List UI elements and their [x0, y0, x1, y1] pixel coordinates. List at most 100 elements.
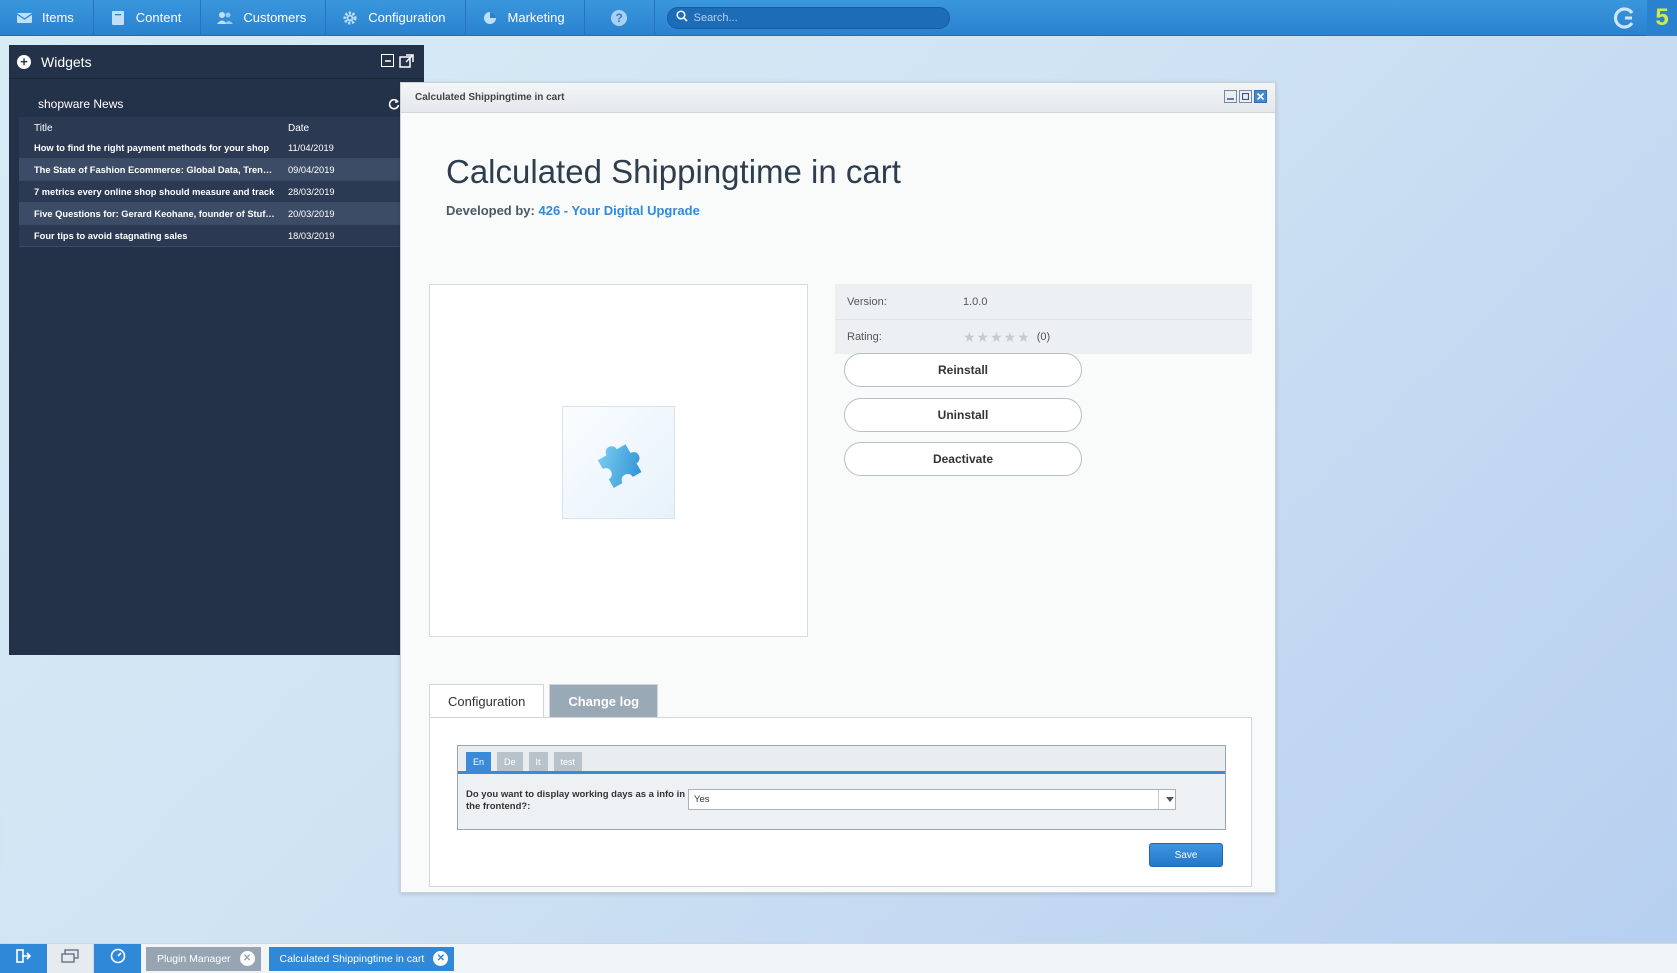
column-date[interactable]: Date	[281, 123, 309, 134]
window-title: Calculated Shippingtime in cart	[415, 92, 565, 103]
task-plugin-manager[interactable]: Plugin Manager ✕	[146, 946, 261, 971]
news-item-date: 18/03/2019	[288, 230, 335, 241]
news-widget-header: shopware News	[19, 91, 414, 117]
widgets-panel: + Widgets shopware News Title Date How t…	[9, 45, 424, 655]
news-item-date: 28/03/2019	[288, 186, 335, 197]
version-row: Version: 1.0.0	[835, 284, 1252, 319]
dashboard-button[interactable]	[94, 943, 141, 973]
plugin-title: Calculated Shippingtime in cart	[446, 153, 901, 190]
minimize-icon[interactable]	[381, 54, 394, 67]
deactivate-button[interactable]: Deactivate	[844, 442, 1082, 476]
plugin-image-box	[429, 284, 808, 637]
logout-icon	[15, 949, 32, 968]
taskbar: Plugin Manager ✕ Calculated Shippingtime…	[0, 943, 1677, 973]
content-icon	[110, 10, 126, 25]
chevron-down-icon[interactable]	[1158, 790, 1175, 809]
news-widget-title: shopware News	[38, 97, 124, 111]
news-item-date: 11/04/2019	[288, 142, 334, 153]
version-logo[interactable]: 5	[1647, 0, 1677, 36]
news-item-date: 09/04/2019	[288, 164, 335, 175]
widgets-header: + Widgets	[9, 45, 424, 79]
rating-count: (0)	[1036, 331, 1051, 343]
rating-stars-icon: ★★★★★	[963, 328, 1031, 345]
search-input[interactable]	[693, 11, 934, 24]
table-row[interactable]: Five Questions for: Gerard Keohane, foun…	[19, 203, 414, 225]
save-button[interactable]: Save	[1149, 843, 1223, 867]
window-close-icon[interactable]	[1254, 90, 1267, 103]
task-plugin-manager-label: Plugin Manager	[157, 952, 231, 965]
window-minimize-icon[interactable]	[1224, 90, 1237, 103]
menu-marketing-label: Marketing	[507, 10, 565, 25]
menu-configuration[interactable]: Configuration	[326, 0, 466, 36]
popout-icon[interactable]	[399, 54, 414, 74]
table-row[interactable]: How to find the right payment methods fo…	[19, 137, 414, 159]
help-button[interactable]: ?	[585, 0, 655, 36]
marketing-icon	[482, 11, 498, 25]
developer-label: Developed by:	[446, 203, 535, 218]
news-item-title[interactable]: 7 metrics every online shop should measu…	[19, 187, 281, 197]
language-tabs: En De It test	[458, 746, 1225, 774]
plugin-info-box: Version: 1.0.0 Rating: ★★★★★ (0)	[835, 284, 1252, 354]
menu-customers-label: Customers	[243, 10, 307, 25]
news-item-date: 20/03/2019	[288, 208, 335, 219]
news-table-header: Title Date	[19, 117, 414, 137]
lang-tab-it[interactable]: It	[528, 752, 548, 771]
news-table-body: How to find the right payment methods fo…	[19, 137, 414, 247]
menu-marketing[interactable]: Marketing	[466, 0, 585, 36]
close-icon[interactable]: ✕	[239, 951, 255, 966]
task-calculated-shippingtime[interactable]: Calculated Shippingtime in cart ✕	[268, 946, 455, 971]
uninstall-button[interactable]: Uninstall	[844, 398, 1082, 432]
rating-label: Rating:	[847, 331, 882, 343]
menu-items[interactable]: Items	[0, 0, 94, 36]
windows-overview-button[interactable]	[47, 943, 94, 973]
working-days-select[interactable]: Yes	[688, 789, 1176, 810]
task-calculated-shippingtime-label: Calculated Shippingtime in cart	[279, 952, 425, 965]
menu-configuration-label: Configuration	[368, 10, 446, 25]
developer-line: Developed by: 426 - Your Digital Upgrade	[446, 203, 700, 218]
customers-icon	[217, 11, 234, 25]
windows-icon	[61, 949, 79, 968]
config-field-row: Do you want to display working days as a…	[458, 774, 1225, 813]
news-item-title[interactable]: The State of Fashion Ecommerce: Global D…	[19, 165, 281, 175]
version-label: Version:	[847, 295, 887, 308]
window-maximize-icon[interactable]	[1239, 90, 1252, 103]
close-icon[interactable]: ✕	[433, 951, 449, 966]
working-days-label: Do you want to display working days as a…	[466, 789, 686, 812]
lang-tab-test[interactable]: test	[553, 752, 583, 771]
lang-tab-en[interactable]: En	[466, 752, 492, 771]
menu-content-label: Content	[135, 10, 182, 25]
detail-tabs: Configuration Change log	[429, 684, 659, 718]
menu-items-label: Items	[42, 10, 74, 25]
configuration-tab-body: En De It test Do you want to display wor…	[429, 717, 1252, 887]
news-item-title[interactable]: How to find the right payment methods fo…	[19, 143, 281, 153]
search-box[interactable]	[666, 6, 950, 29]
shopware-logo-icon[interactable]	[1613, 7, 1635, 29]
items-icon	[16, 11, 32, 25]
config-form-panel: En De It test Do you want to display wor…	[457, 745, 1226, 830]
table-row[interactable]: Four tips to avoid stagnating sales 18/0…	[19, 225, 414, 247]
menu-customers[interactable]: Customers	[201, 0, 327, 36]
lang-tab-de[interactable]: De	[497, 752, 523, 771]
table-row[interactable]: 7 metrics every online shop should measu…	[19, 181, 414, 203]
tab-configuration[interactable]: Configuration	[429, 684, 545, 718]
help-icon: ?	[611, 9, 628, 26]
top-right-area: 5	[1613, 0, 1677, 36]
news-item-title[interactable]: Five Questions for: Gerard Keohane, foun…	[19, 209, 281, 219]
logout-button[interactable]	[0, 943, 47, 973]
developer-link[interactable]: 426 - Your Digital Upgrade	[538, 203, 699, 218]
menu-content[interactable]: Content	[94, 0, 202, 36]
dashboard-icon	[110, 948, 126, 969]
plugin-detail-window: Calculated Shippingtime in cart Calculat…	[400, 82, 1276, 893]
window-titlebar[interactable]: Calculated Shippingtime in cart	[401, 83, 1275, 113]
column-title[interactable]: Title	[19, 123, 281, 134]
window-controls	[1224, 90, 1267, 103]
news-item-title[interactable]: Four tips to avoid stagnating sales	[19, 231, 281, 241]
news-widget: shopware News Title Date How to find the…	[19, 91, 414, 247]
add-widget-icon[interactable]: +	[17, 54, 31, 69]
rating-row: Rating: ★★★★★ (0)	[835, 319, 1252, 354]
reinstall-button[interactable]: Reinstall	[844, 353, 1082, 387]
table-row[interactable]: The State of Fashion Ecommerce: Global D…	[19, 159, 414, 181]
tab-change-log[interactable]: Change log	[549, 684, 659, 717]
search-icon	[676, 9, 688, 27]
refresh-icon[interactable]	[388, 97, 400, 110]
